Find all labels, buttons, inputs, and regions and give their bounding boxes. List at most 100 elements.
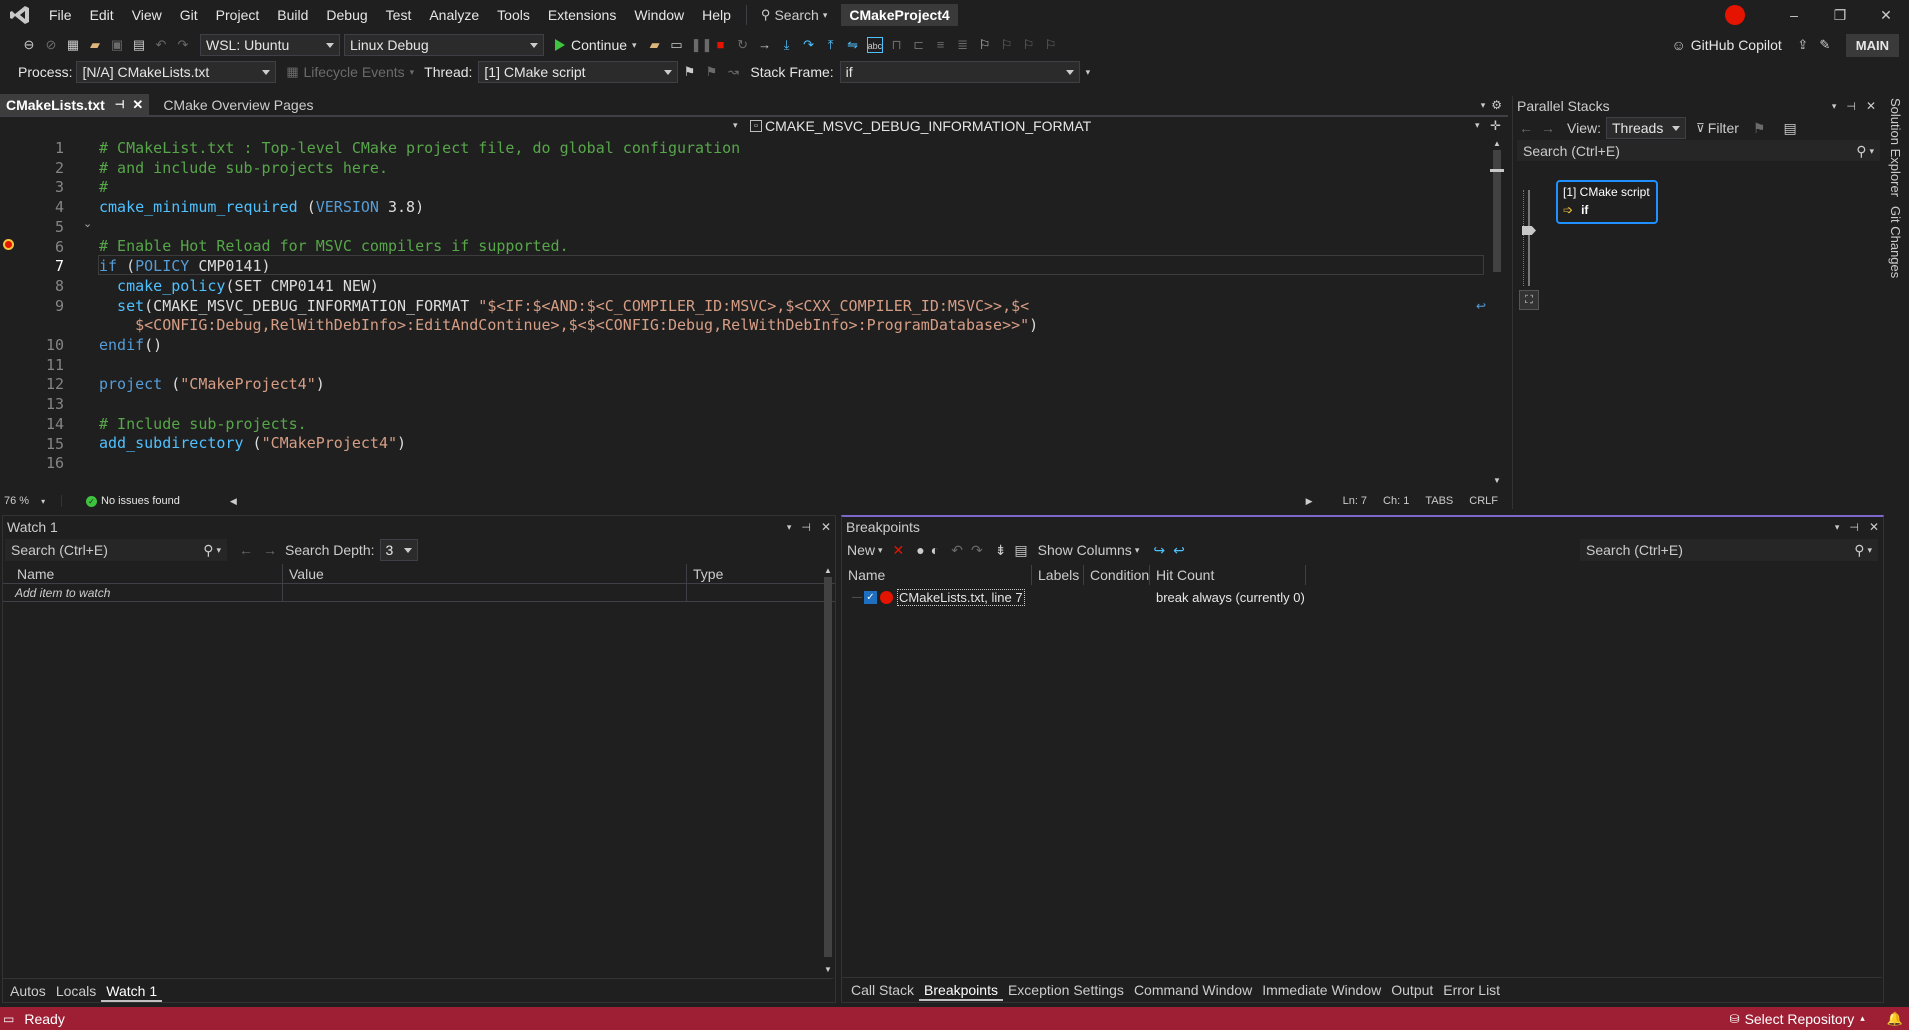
code-line[interactable]: # and include sub-projects here. [99, 159, 1479, 179]
scroll-left-icon[interactable]: ◀ [230, 496, 237, 507]
scroll-right-icon[interactable]: ▶ [1306, 496, 1313, 507]
code-line[interactable]: add_subdirectory ("CMakeProject4") [99, 434, 1479, 454]
breakpoint-row[interactable]: — ✓ CMakeLists.txt, line 7 break always … [842, 587, 1883, 607]
save-all-icon[interactable]: ▤ [131, 37, 147, 53]
menu-debug[interactable]: Debug [317, 0, 376, 30]
column-type[interactable]: Type [687, 564, 821, 584]
view-dropdown[interactable]: Threads [1605, 117, 1686, 139]
filter-button[interactable]: Filter [1708, 120, 1739, 136]
continue-button[interactable]: Continue ▾ [554, 37, 637, 53]
close-tab-icon[interactable]: ✕ [132, 94, 143, 116]
close-icon[interactable]: ✕ [1866, 99, 1876, 113]
open-folder-icon[interactable]: ▰ [87, 37, 103, 53]
chevron-down-icon[interactable]: ▾ [1835, 522, 1840, 533]
split-icon[interactable]: ✛ [1490, 118, 1501, 134]
tab-list-icon[interactable]: ▾ [1481, 100, 1486, 111]
hot-reload-icon[interactable]: ▰ [647, 37, 663, 53]
fold-icon[interactable]: ⌄ [83, 217, 92, 230]
column-condition[interactable]: Condition [1084, 565, 1150, 585]
tab-call-stack[interactable]: Call Stack [846, 979, 919, 1001]
code-line[interactable]: if (POLICY CMP0141) [99, 257, 1479, 277]
tab-autos[interactable]: Autos [5, 980, 51, 1002]
tab-watch-1[interactable]: Watch 1 [101, 980, 163, 1002]
layout-icon[interactable]: ▤ [1783, 120, 1796, 137]
stack-icon[interactable]: ↝ [725, 64, 741, 80]
code-line[interactable]: cmake_minimum_required (VERSION 3.8) [99, 198, 1479, 218]
tab-command-window[interactable]: Command Window [1129, 979, 1257, 1001]
menu-edit[interactable]: Edit [81, 0, 123, 30]
close-icon[interactable]: ✕ [821, 520, 831, 534]
hex-display-icon[interactable]: ⇋ [845, 37, 861, 53]
column-hit-count[interactable]: Hit Count [1150, 565, 1306, 585]
menu-project[interactable]: Project [207, 0, 269, 30]
next-bookmark-icon[interactable]: ⚐ [1021, 37, 1037, 53]
flag-thread-icon[interactable]: ⚑ [681, 64, 697, 80]
thread-dropdown[interactable]: [1] CMake script [478, 61, 679, 83]
forward-icon[interactable]: → [1541, 120, 1555, 136]
menu-test[interactable]: Test [377, 0, 421, 30]
clear-bookmark-icon[interactable]: ⚐ [1043, 37, 1059, 53]
process-dropdown[interactable]: [N/A] CMakeLists.txt [76, 61, 277, 83]
feedback-icon[interactable]: ✎ [1817, 37, 1833, 53]
config-dropdown[interactable]: Linux Debug [344, 34, 544, 56]
pin-icon[interactable]: ⊣ [1849, 521, 1859, 534]
breakpoint-glyph-margin[interactable] [0, 139, 18, 489]
chevron-down-icon[interactable]: ▾ [787, 522, 792, 533]
code-line[interactable]: # [99, 178, 1479, 198]
pin-icon[interactable]: ⊣ [801, 521, 811, 534]
code-line[interactable]: $<CONFIG:Debug,RelWithDebInfo>:EditAndCo… [99, 316, 1479, 336]
new-item-icon[interactable]: ▦ [65, 37, 81, 53]
code-line[interactable]: endif() [99, 336, 1479, 356]
editor-vertical-scrollbar[interactable]: ▲ ▼ [1490, 139, 1504, 485]
menu-view[interactable]: View [123, 0, 171, 30]
back-icon[interactable]: ← [1519, 120, 1533, 136]
prev-bookmark-icon[interactable]: ⚐ [999, 37, 1015, 53]
tab-cmake-overview[interactable]: CMake Overview Pages [157, 94, 319, 116]
menu-build[interactable]: Build [268, 0, 317, 30]
show-columns-button[interactable]: Show Columns ▾ [1038, 542, 1140, 558]
menu-git[interactable]: Git [171, 0, 207, 30]
main-badge[interactable]: MAIN [1845, 33, 1899, 57]
column-value[interactable]: Value [283, 563, 687, 584]
watch-search[interactable]: Search (Ctrl+E) ⚲ ▾ [5, 539, 227, 561]
indent-icon[interactable]: ≡ [933, 37, 949, 53]
column-name[interactable]: Name [842, 565, 1032, 585]
parallel-stacks-search[interactable]: Search (Ctrl+E) ⚲ ▾ [1517, 140, 1880, 161]
watch-scrollbar[interactable]: ▲ ▼ [821, 566, 835, 974]
bookmark-icon[interactable]: ⚐ [977, 37, 993, 53]
settings-icon[interactable]: ⚙ [1491, 98, 1502, 112]
go-to-source-icon[interactable]: ↪ [1153, 542, 1165, 559]
stack-frame-dropdown[interactable]: if [839, 61, 1080, 83]
code-line[interactable]: cmake_policy(SET CMP0141 NEW) [99, 277, 1479, 297]
tab-immediate-window[interactable]: Immediate Window [1257, 979, 1386, 1001]
step-over-icon[interactable]: ↷ [801, 37, 817, 53]
code-line[interactable]: # Include sub-projects. [99, 415, 1479, 435]
delete-all-icon[interactable]: ● [916, 542, 924, 558]
outline-icon[interactable]: ⊓ [889, 37, 905, 53]
tab-locals[interactable]: Locals [51, 980, 101, 1002]
menu-window[interactable]: Window [625, 0, 693, 30]
comment-icon[interactable]: ⊏ [911, 37, 927, 53]
back-icon[interactable]: ⊖ [21, 37, 37, 53]
lifecycle-icon[interactable]: ▦ [284, 64, 300, 80]
copilot-button[interactable]: ☺ GitHub Copilot [1671, 37, 1781, 53]
tab-exception-settings[interactable]: Exception Settings [1003, 979, 1129, 1001]
step-out-icon[interactable]: ⤒ [823, 37, 839, 53]
code-line[interactable]: set(CMAKE_MSVC_DEBUG_INFORMATION_FORMAT … [99, 297, 1479, 317]
toggle-all-icon[interactable]: ◐ [931, 542, 939, 558]
platform-dropdown[interactable]: WSL: Ubuntu [200, 34, 340, 56]
code-line[interactable] [99, 218, 1479, 238]
menu-file[interactable]: File [40, 0, 81, 30]
tab-breakpoints[interactable]: Breakpoints [919, 979, 1003, 1001]
stop-icon[interactable]: ■ [713, 37, 729, 53]
column-labels[interactable]: Labels [1032, 565, 1084, 585]
pause-icon[interactable]: ❚❚ [691, 37, 713, 53]
code-line[interactable] [99, 454, 1479, 474]
tabs-indicator[interactable]: TABS [1425, 495, 1453, 507]
search-button[interactable]: ⚲ Search ▾ [753, 0, 835, 30]
share-icon[interactable]: ⇪ [1795, 37, 1811, 53]
forward-icon[interactable]: ⊘ [43, 37, 59, 53]
code-line[interactable] [99, 356, 1479, 376]
chevron-down-icon[interactable]: ▾ [1475, 120, 1480, 131]
redo-icon[interactable]: ↷ [175, 37, 191, 53]
